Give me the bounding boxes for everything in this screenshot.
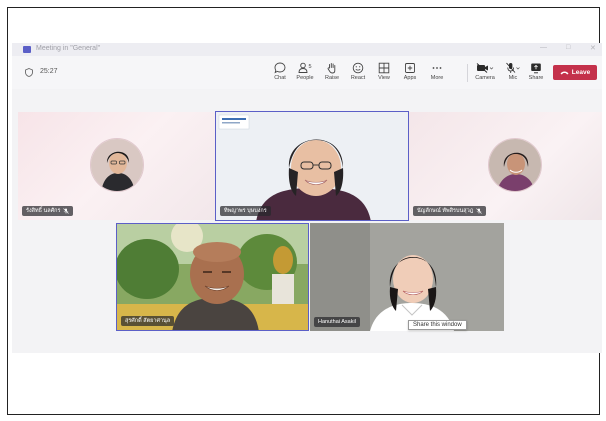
people-label: People: [296, 75, 314, 81]
people-button[interactable]: 5 People: [292, 60, 318, 86]
view-grid-icon: [378, 62, 390, 74]
share-button[interactable]: Share: [523, 60, 549, 86]
react-smiley-icon: [352, 62, 364, 74]
meeting-timer: 25:27: [40, 68, 58, 75]
title-bar: Meeting in "General" — □ ✕: [12, 43, 602, 56]
raise-hand-icon: [327, 63, 336, 74]
video-stage: รังสิทธิ์ นลศักร ทิพญาพร บุษบงกร นัญลักษ…: [12, 89, 602, 353]
share-window-tooltip: Share this window: [408, 320, 467, 330]
window-title: Meeting in "General": [36, 45, 101, 52]
view-label: View: [378, 75, 390, 81]
avatar: [90, 138, 144, 192]
view-button[interactable]: View: [371, 60, 397, 86]
raise-label: Raise: [324, 75, 340, 81]
close-icon[interactable]: ✕: [590, 44, 596, 52]
participant-name: Hanuthai Asakil: [318, 319, 356, 325]
more-label: More: [430, 75, 444, 81]
participant-name: นัญลักษณ์ ทัพสิรบนสุวฎ: [417, 208, 474, 214]
apps-button[interactable]: Apps: [397, 60, 423, 86]
chat-icon: [274, 62, 286, 74]
people-count: 5: [309, 64, 312, 70]
participant-name: สุรศักดิ์ สัตยาศานุล: [125, 318, 171, 324]
participant-photo: [91, 139, 143, 191]
mic-muted-icon: [63, 208, 70, 214]
apps-label: Apps: [403, 75, 417, 81]
mic-muted-icon: [476, 208, 483, 214]
participant-tile[interactable]: นัญลักษณ์ ทัพสิรบนสุวฎ: [409, 112, 602, 220]
camera-button[interactable]: Camera: [470, 60, 500, 86]
react-label: React: [350, 75, 366, 81]
participant-name-tag: สุรศักดิ์ สัตยาศานุล: [121, 316, 175, 326]
chat-button[interactable]: Chat: [267, 60, 293, 86]
toolbar-separator: [467, 64, 468, 82]
phone-hangup-icon: [560, 71, 569, 75]
participant-name-tag: รังสิทธิ์ นลศักร: [22, 206, 74, 216]
share-label: Share: [528, 75, 544, 81]
meeting-toolbar: 25:27 Chat 5 People Raise React View App…: [12, 56, 602, 89]
camera-off-icon: [476, 63, 494, 73]
participant-tile[interactable]: Hanuthai Asakil: [310, 223, 504, 331]
participant-name-tag: นัญลักษณ์ ทัพสิรบนสุวฎ: [413, 206, 487, 216]
mic-off-icon: [506, 62, 520, 73]
participant-name-tag: Hanuthai Asakil: [314, 317, 360, 327]
participant-tile-active[interactable]: สุรศักดิ์ สัตยาศานุล: [116, 223, 309, 331]
shield-icon: [25, 68, 33, 77]
share-icon: [531, 63, 541, 74]
participant-video: [216, 112, 408, 220]
participant-name-tag: ทิพญาพร บุษบงกร: [220, 206, 271, 216]
teams-logo-icon: [23, 46, 31, 53]
react-button[interactable]: React: [345, 60, 371, 86]
participant-video: [310, 223, 504, 331]
more-icon: [432, 67, 442, 69]
avatar: [488, 138, 542, 192]
leave-button[interactable]: Leave: [553, 65, 597, 80]
participant-name: รังสิทธิ์ นลศักร: [26, 208, 61, 214]
participant-tile-active[interactable]: ทิพญาพร บุษบงกร: [215, 111, 409, 221]
camera-label: Camera: [475, 75, 495, 81]
raise-hand-button[interactable]: Raise: [319, 60, 345, 86]
maximize-icon[interactable]: □: [566, 44, 570, 51]
leave-label: Leave: [571, 69, 591, 76]
more-button[interactable]: More: [424, 60, 450, 86]
participant-photo: [489, 139, 541, 191]
apps-icon: [405, 63, 415, 73]
chat-label: Chat: [274, 75, 286, 81]
participant-name: ทิพญาพร บุษบงกร: [224, 208, 267, 214]
people-icon: 5: [298, 62, 312, 73]
minimize-icon[interactable]: —: [540, 44, 547, 51]
participant-video: [117, 224, 308, 330]
participant-tile[interactable]: รังสิทธิ์ นลศักร: [18, 112, 216, 220]
